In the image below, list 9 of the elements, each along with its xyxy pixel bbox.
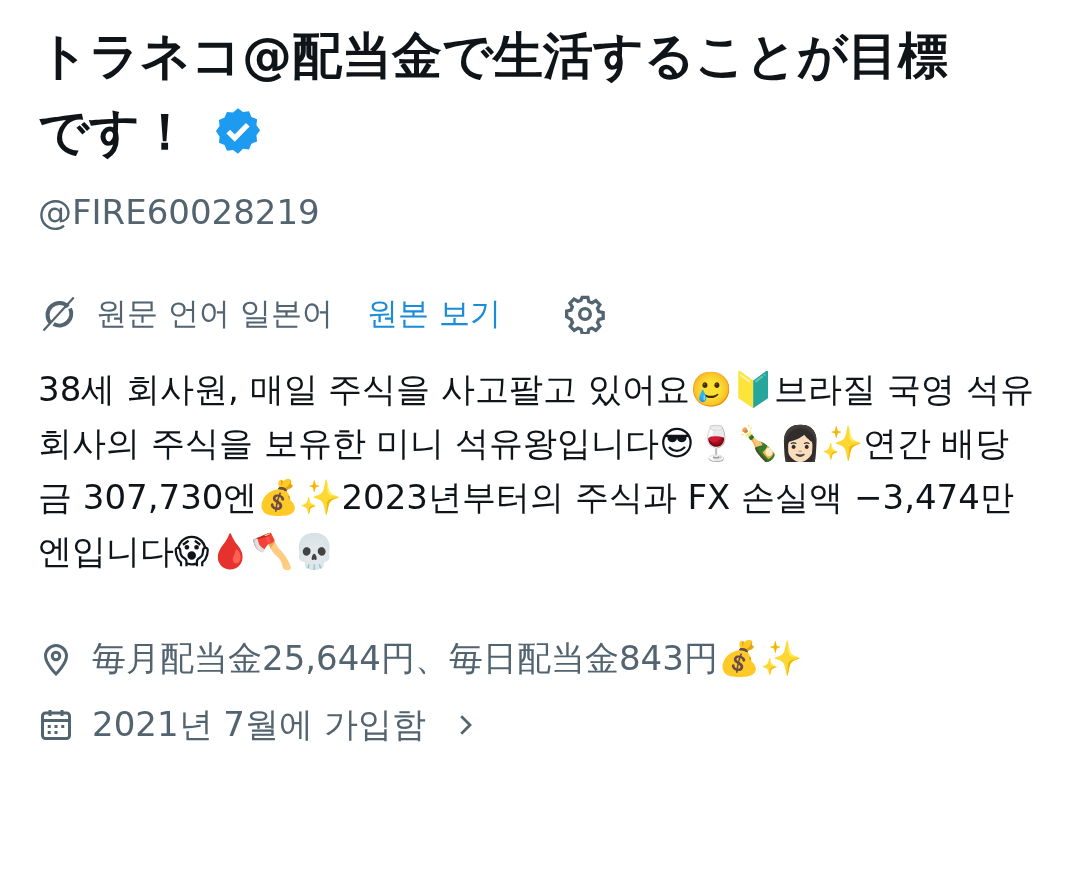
settings-icon[interactable] — [564, 294, 605, 334]
bio-text: 38세 회사원, 매일 주식을 사고팔고 있어요🥲🔰브라질 국영 석유 회사의 주식을 보유한 미니 석유왕입니다😎🍷🍾👩🏻✨연간 배당금 307,730엔💰✨2023년부터의 주식과 FX 손실액 −3,474만 엔입니다😱🩸🪓💀 — [38, 368, 1035, 573]
profile-name: トラネコ@配当金で生活することが目標です！ — [38, 27, 948, 161]
join-date: 2021년 7월에 가입함 — [92, 703, 426, 746]
calendar-icon — [38, 707, 74, 743]
source-language-label: 원문 언어 일본어 — [96, 294, 333, 333]
profile-handle: @FIRE60028219 — [38, 192, 320, 232]
location-text: 毎月配当金25,644円、毎日配当金843円💰✨ — [92, 637, 802, 680]
view-original-link[interactable]: 원본 보기 — [366, 293, 501, 335]
